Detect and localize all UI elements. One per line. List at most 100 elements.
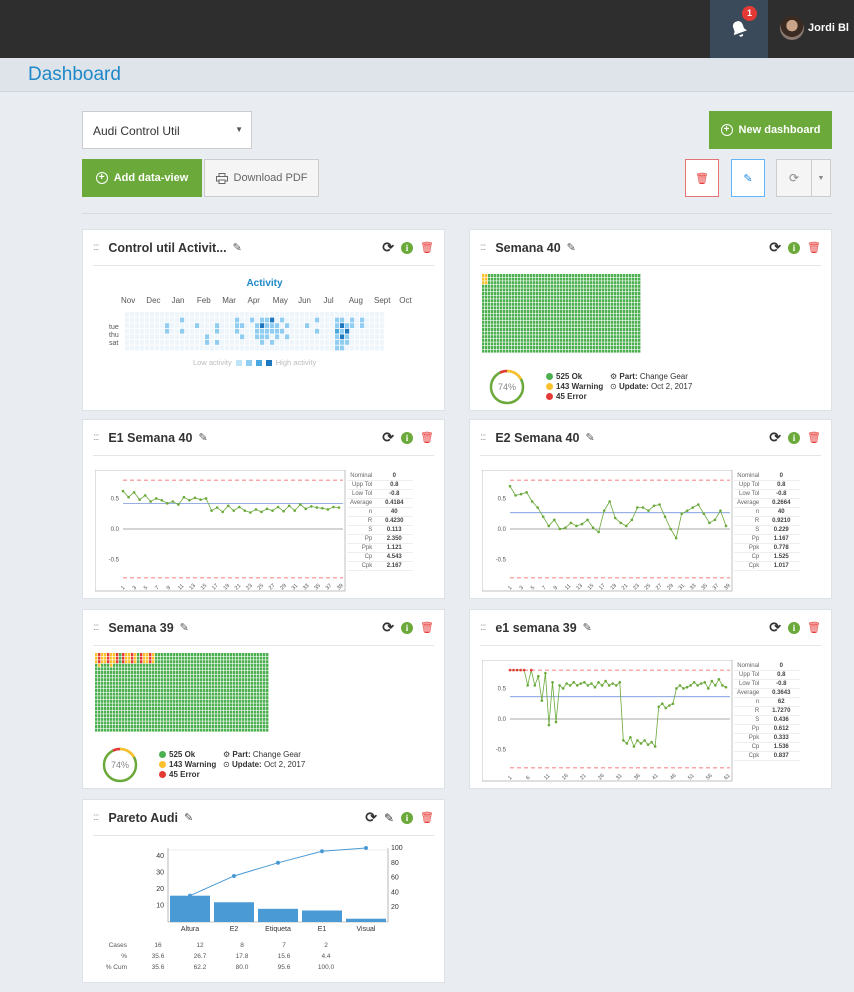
refresh-icon[interactable]: ⟳ <box>382 429 394 446</box>
drag-handle-icon[interactable]: ::: <box>93 622 99 633</box>
pencil-icon[interactable]: ✎ <box>585 431 594 444</box>
status-cell <box>611 338 614 342</box>
edit-icon[interactable]: ✎ <box>384 811 394 825</box>
status-cell <box>542 277 545 281</box>
data-point <box>629 736 632 739</box>
status-cell <box>161 671 164 674</box>
status-cell <box>539 306 542 310</box>
trash-icon[interactable]: 🗑 <box>807 621 821 634</box>
status-cell <box>539 302 542 306</box>
trash-icon[interactable]: 🗑 <box>420 431 434 444</box>
info-icon[interactable]: i <box>788 241 801 254</box>
drag-handle-icon[interactable]: ::: <box>93 242 99 253</box>
status-cell <box>197 707 200 710</box>
status-cell <box>134 681 137 685</box>
status-cell <box>500 328 503 331</box>
stats-row: Ppk 0.778 <box>734 543 801 553</box>
status-cell <box>149 699 152 703</box>
status-cell <box>572 335 575 339</box>
drag-handle-icon[interactable]: ::: <box>480 432 486 443</box>
chart-frame <box>95 470 346 592</box>
status-cell <box>191 685 194 689</box>
stats-row: R 1.7270 <box>734 706 801 716</box>
download-pdf-label: Download PDF <box>233 172 308 184</box>
refresh-icon[interactable]: ⟳ <box>382 239 394 256</box>
pencil-icon[interactable]: ✎ <box>180 621 189 634</box>
status-cell <box>605 295 608 299</box>
status-cell <box>578 277 581 281</box>
status-cell <box>632 317 635 321</box>
trash-icon[interactable]: 🗑 <box>420 241 434 254</box>
card-e2-semana-40: ::: E2 Semana 40 ✎ ⟳ i 🗑 0.5 0.0 -0.5 1 3 5 7 9 11… <box>469 419 832 599</box>
heatmap-cell <box>140 334 145 340</box>
notifications-button[interactable]: 1 <box>710 0 768 58</box>
drag-handle-icon[interactable]: ::: <box>93 432 99 443</box>
refresh-icon[interactable]: ⟳ <box>365 809 377 826</box>
delete-dashboard-button[interactable]: 🗑 <box>685 159 719 197</box>
status-cell <box>503 274 506 277</box>
status-cell <box>596 328 599 331</box>
status-meta: ⚙ Part: Change Gear ⊙ Update: Oct 2, 201… <box>223 750 305 770</box>
info-icon[interactable]: i <box>788 431 801 444</box>
status-cell <box>170 685 173 689</box>
pencil-icon[interactable]: ✎ <box>198 431 207 444</box>
info-icon[interactable]: i <box>401 241 414 254</box>
heatmap-cell <box>345 312 350 317</box>
trash-icon[interactable]: 🗑 <box>420 621 434 634</box>
trash-icon[interactable]: 🗑 <box>807 431 821 444</box>
status-cell <box>239 656 242 660</box>
status-cell <box>101 699 104 703</box>
heatmap-cell <box>335 334 340 340</box>
heatmap-cell <box>185 323 190 328</box>
refresh-icon[interactable]: ⟳ <box>769 239 781 256</box>
trash-icon[interactable]: 🗑 <box>420 811 434 824</box>
pencil-icon[interactable]: ✎ <box>567 241 576 254</box>
status-cell <box>101 692 104 696</box>
heatmap-cell <box>180 323 185 328</box>
info-icon[interactable]: i <box>401 811 414 824</box>
status-cell <box>239 696 242 700</box>
status-cell <box>227 656 230 660</box>
status-cell <box>482 277 485 281</box>
status-cell <box>638 310 641 313</box>
status-cell <box>125 725 128 728</box>
trash-icon[interactable]: 🗑 <box>807 241 821 254</box>
heatmap-cell <box>140 328 145 334</box>
status-cell <box>134 696 137 700</box>
status-cell <box>233 663 236 667</box>
status-cell <box>590 342 593 346</box>
status-cell <box>161 721 164 725</box>
edit-dashboard-button[interactable]: ✎ <box>731 159 765 197</box>
status-cell <box>128 685 131 689</box>
status-cell <box>110 714 113 718</box>
download-pdf-button[interactable]: Download PDF <box>204 159 319 197</box>
dashboard-select[interactable]: Audi Control Util ▼ <box>82 111 252 149</box>
info-icon[interactable]: i <box>788 621 801 634</box>
pencil-icon[interactable]: ✎ <box>583 621 592 634</box>
status-cell <box>602 320 605 324</box>
heatmap-cell <box>195 323 200 328</box>
refresh-icon[interactable]: ⟳ <box>382 619 394 636</box>
heatmap-cell <box>160 334 165 340</box>
status-cell <box>143 728 146 732</box>
drag-handle-icon[interactable]: ::: <box>480 622 486 633</box>
new-dashboard-button[interactable]: + New dashboard <box>709 111 832 149</box>
drag-handle-icon[interactable]: ::: <box>93 812 99 823</box>
user-menu[interactable]: Jordi Bl <box>780 16 849 40</box>
add-data-view-button[interactable]: + Add data-view <box>82 159 202 197</box>
refresh-button[interactable]: ⟳ <box>776 159 812 197</box>
info-icon[interactable]: i <box>401 431 414 444</box>
pencil-icon[interactable]: ✎ <box>233 241 242 254</box>
status-cell <box>560 331 563 335</box>
status-cell <box>488 281 491 285</box>
x-tick-label: Etiqueta <box>265 926 291 933</box>
refresh-options-dropdown[interactable]: ▼ <box>811 159 831 197</box>
status-cell <box>494 284 497 288</box>
status-cell <box>491 349 494 353</box>
notification-count-badge: 1 <box>742 6 757 21</box>
refresh-icon[interactable]: ⟳ <box>769 429 781 446</box>
info-icon[interactable]: i <box>401 621 414 634</box>
refresh-icon[interactable]: ⟳ <box>769 619 781 636</box>
pencil-icon[interactable]: ✎ <box>184 811 193 824</box>
drag-handle-icon[interactable]: ::: <box>480 242 486 253</box>
